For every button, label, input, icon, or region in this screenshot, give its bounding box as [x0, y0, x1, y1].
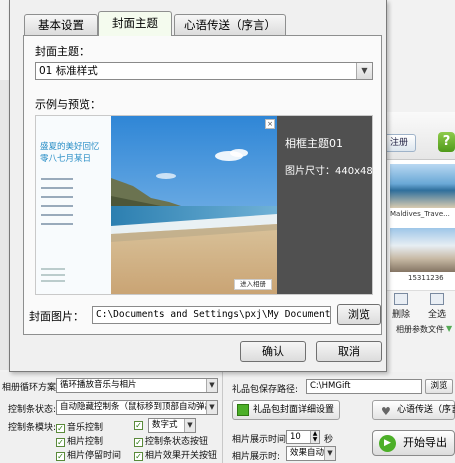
checkbox-checked-icon: ✓ [56, 438, 65, 447]
photo-display-time-label: 相片展示时间: [232, 435, 290, 445]
cover-image-path-input[interactable]: C:\Documents and Settings\pxj\My Documen… [92, 306, 331, 324]
photo-control-checkbox[interactable]: ✓ 相片控制 [56, 434, 103, 447]
ok-button[interactable]: 确认 [240, 341, 306, 362]
cover-image-label: 封面图片： [29, 310, 84, 323]
triangle-down-icon: ▼ [446, 324, 453, 333]
cover-settings-dialog: 基本设置 封面主题 心语传送（序言） 封面主题： 01 标准样式 ▼ 示例与预览… [9, 0, 387, 372]
photo-effect-label: 相片效果开关按钮 [145, 451, 218, 461]
theme-info-panel: 相框主题01 图片尺寸：440x480 [277, 116, 373, 294]
cover-preview: 盛夏的美好回忆 零八七月某日 × 进入相册 相框主题01 图片尺寸：440x48… [35, 115, 373, 295]
select-all-label: 全选 [427, 310, 446, 320]
control-state-button-checkbox[interactable]: ✓ 控制条状态按钮 [134, 434, 208, 447]
photo-display-mode-label: 相片展示时: [232, 452, 281, 462]
preview-label: 示例与预览： [35, 98, 101, 111]
gift-path-input[interactable]: C:\HMGift [306, 379, 422, 394]
preface-button[interactable]: ♥ 心语传送（序言） [372, 400, 455, 420]
chevron-down-icon: ▼ [206, 379, 217, 392]
preview-body-lines [41, 178, 73, 232]
chevron-down-icon[interactable]: ▼ [356, 63, 372, 79]
chevron-down-icon: ▼ [184, 419, 195, 432]
photo-display-mode-select[interactable]: 效果自动 ▼ [286, 446, 336, 461]
checkbox-checked-icon: ✓ [56, 424, 65, 433]
tab-preface[interactable]: 心语传送（序言） [174, 14, 286, 35]
play-icon: ▶ [379, 435, 396, 452]
theme-name: 相框主题01 [285, 137, 343, 150]
control-state-select[interactable]: 自动隐藏控制条（鼠标移到顶部自动弹出） ▼ [56, 400, 218, 415]
control-module-label: 控制条模块: [8, 423, 57, 433]
cover-theme-value: 01 标准样式 [39, 65, 98, 77]
photo-control-label: 相片控制 [67, 437, 104, 447]
image-size: 图片尺寸：440x480 [285, 166, 373, 177]
gift-path-label: 礼品包保存路径: [232, 385, 299, 395]
gift-icon [237, 404, 249, 416]
control-state-value: 自动隐藏控制条（鼠标移到顶部自动弹出） [60, 402, 218, 412]
photo-pause-label: 相片停留时间 [67, 451, 122, 461]
help-icon[interactable]: ? [438, 132, 455, 152]
cover-theme-label: 封面主题： [35, 45, 90, 58]
heart-icon: ♥ [381, 405, 391, 418]
thumbnail-action-bar: 删除 全选 [386, 290, 455, 320]
photo-display-time-stepper[interactable]: 10 ▲ ▼ [286, 430, 320, 444]
photo-thumbnail[interactable] [390, 228, 455, 272]
tab-basic-settings[interactable]: 基本设置 [24, 14, 98, 35]
chevron-down-icon: ▼ [206, 401, 217, 414]
digital-style-value: 数字式 [152, 420, 178, 430]
photo-pause-checkbox[interactable]: ✓ 相片停留时间 [56, 448, 121, 461]
thumbnail-caption: Maldives_Trave... [390, 210, 450, 218]
music-control-label: 音乐控制 [67, 423, 104, 433]
checkbox-checked-icon: ✓ [134, 421, 143, 430]
spinner-arrows-icon[interactable]: ▲ ▼ [310, 431, 319, 443]
cover-theme-panel: 封面主题： 01 标准样式 ▼ 示例与预览： 盛夏的美好回忆 零八七月某日 × … [23, 35, 382, 335]
photo-thumbnail[interactable] [390, 164, 455, 208]
cover-theme-select[interactable]: 01 标准样式 ▼ [35, 62, 373, 80]
enter-album-button: 进入相册 [234, 279, 272, 290]
register-button[interactable]: 注册 [382, 134, 416, 152]
cancel-button[interactable]: 取消 [316, 341, 382, 362]
browse-button[interactable]: 浏览 [337, 304, 381, 325]
thumbnail-caption: 15311236 [408, 274, 444, 282]
photo-thumbnail-list: Maldives_Trave... 15311236 [386, 160, 455, 290]
loop-label: 相册循环方案: [2, 383, 60, 393]
digital-style-checkbox[interactable]: ✓ [134, 420, 145, 430]
delete-label: 删除 [391, 310, 410, 320]
select-all-icon [430, 293, 444, 305]
checkbox-checked-icon: ✓ [56, 452, 65, 461]
checkbox-checked-icon: ✓ [134, 452, 143, 461]
control-state-button-label: 控制条状态按钮 [145, 437, 209, 447]
tab-cover-theme[interactable]: 封面主题 [98, 11, 172, 36]
preview-title: 盛夏的美好回忆 [40, 142, 100, 152]
preview-beach-photo [111, 116, 277, 294]
album-params-tab[interactable]: 相册参数文件 [396, 324, 444, 335]
preview-subtitle: 零八七月某日 [40, 154, 92, 164]
photo-effect-checkbox[interactable]: ✓ 相片效果开关按钮 [134, 448, 217, 461]
select-all-button[interactable]: 全选 [424, 293, 450, 320]
delete-button[interactable]: 删除 [388, 293, 414, 320]
preview-text-column: 盛夏的美好回忆 零八七月某日 [36, 116, 111, 294]
gift-path-value: C:\HMGift [310, 381, 351, 391]
loop-value: 循环播放音乐与相片 [60, 380, 137, 390]
preface-label: 心语传送（序言） [397, 405, 455, 415]
control-state-label: 控制条状态: [8, 405, 57, 415]
seconds-unit: 秒 [324, 435, 334, 445]
photo-display-mode-value: 效果自动 [290, 448, 325, 458]
music-control-checkbox[interactable]: ✓ 音乐控制 [56, 420, 103, 433]
photo-display-time-value: 10 [290, 432, 301, 442]
export-label: 开始导出 [403, 436, 447, 449]
preview-footer-lines [41, 268, 65, 286]
checkbox-checked-icon: ✓ [134, 438, 143, 447]
gift-cover-label: 礼品包封面详细设置 [253, 405, 335, 415]
loop-select[interactable]: 循环播放音乐与相片 ▼ [56, 378, 218, 393]
gift-browse-button[interactable]: 浏览 [425, 379, 453, 394]
settings-divider [222, 372, 223, 463]
delete-icon [394, 293, 408, 305]
gift-cover-settings-button[interactable]: 礼品包封面详细设置 [232, 400, 340, 420]
start-export-button[interactable]: ▶ 开始导出 [372, 430, 455, 456]
close-icon: × [265, 119, 275, 129]
digital-style-select[interactable]: 数字式 ▼ [148, 418, 196, 433]
chevron-down-icon: ▼ [324, 447, 335, 460]
